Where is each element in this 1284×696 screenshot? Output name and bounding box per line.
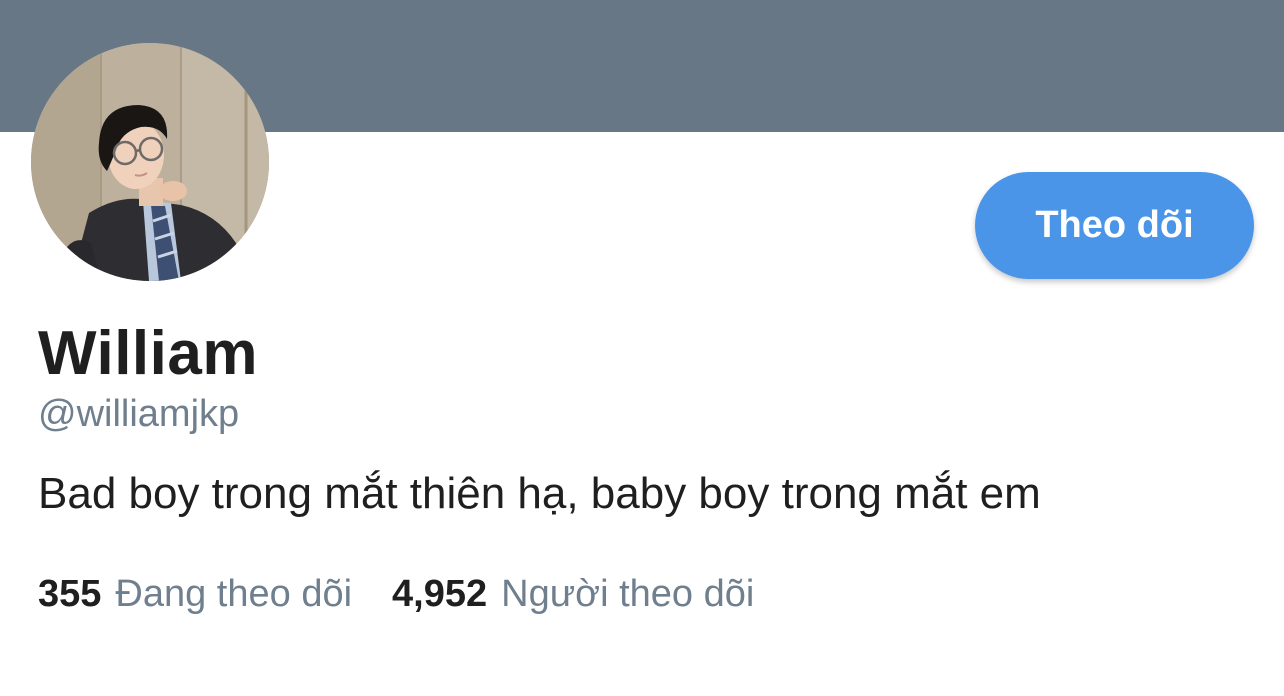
followers-stat-link[interactable]: 4,952 Người theo dõi <box>392 573 754 616</box>
avatar-photo <box>31 43 269 281</box>
username-handle: @williamjkp <box>38 393 240 435</box>
profile-bio: Bad boy trong mắt thiên hạ, baby boy tro… <box>38 469 1041 518</box>
following-stat-link[interactable]: 355 Đang theo dõi <box>38 573 352 616</box>
followers-count: 4,952 <box>392 573 488 615</box>
follow-button[interactable]: Theo dõi <box>975 172 1254 279</box>
profile-stats: 355 Đang theo dõi 4,952 Người theo dõi <box>38 573 754 616</box>
followers-label: Người theo dõi <box>501 573 755 615</box>
following-count: 355 <box>38 573 102 615</box>
display-name: William <box>38 319 258 388</box>
following-label: Đang theo dõi <box>115 573 353 615</box>
profile-page: Theo dõi William @williamjkp Bad boy tro… <box>0 0 1284 696</box>
avatar[interactable] <box>31 43 269 281</box>
